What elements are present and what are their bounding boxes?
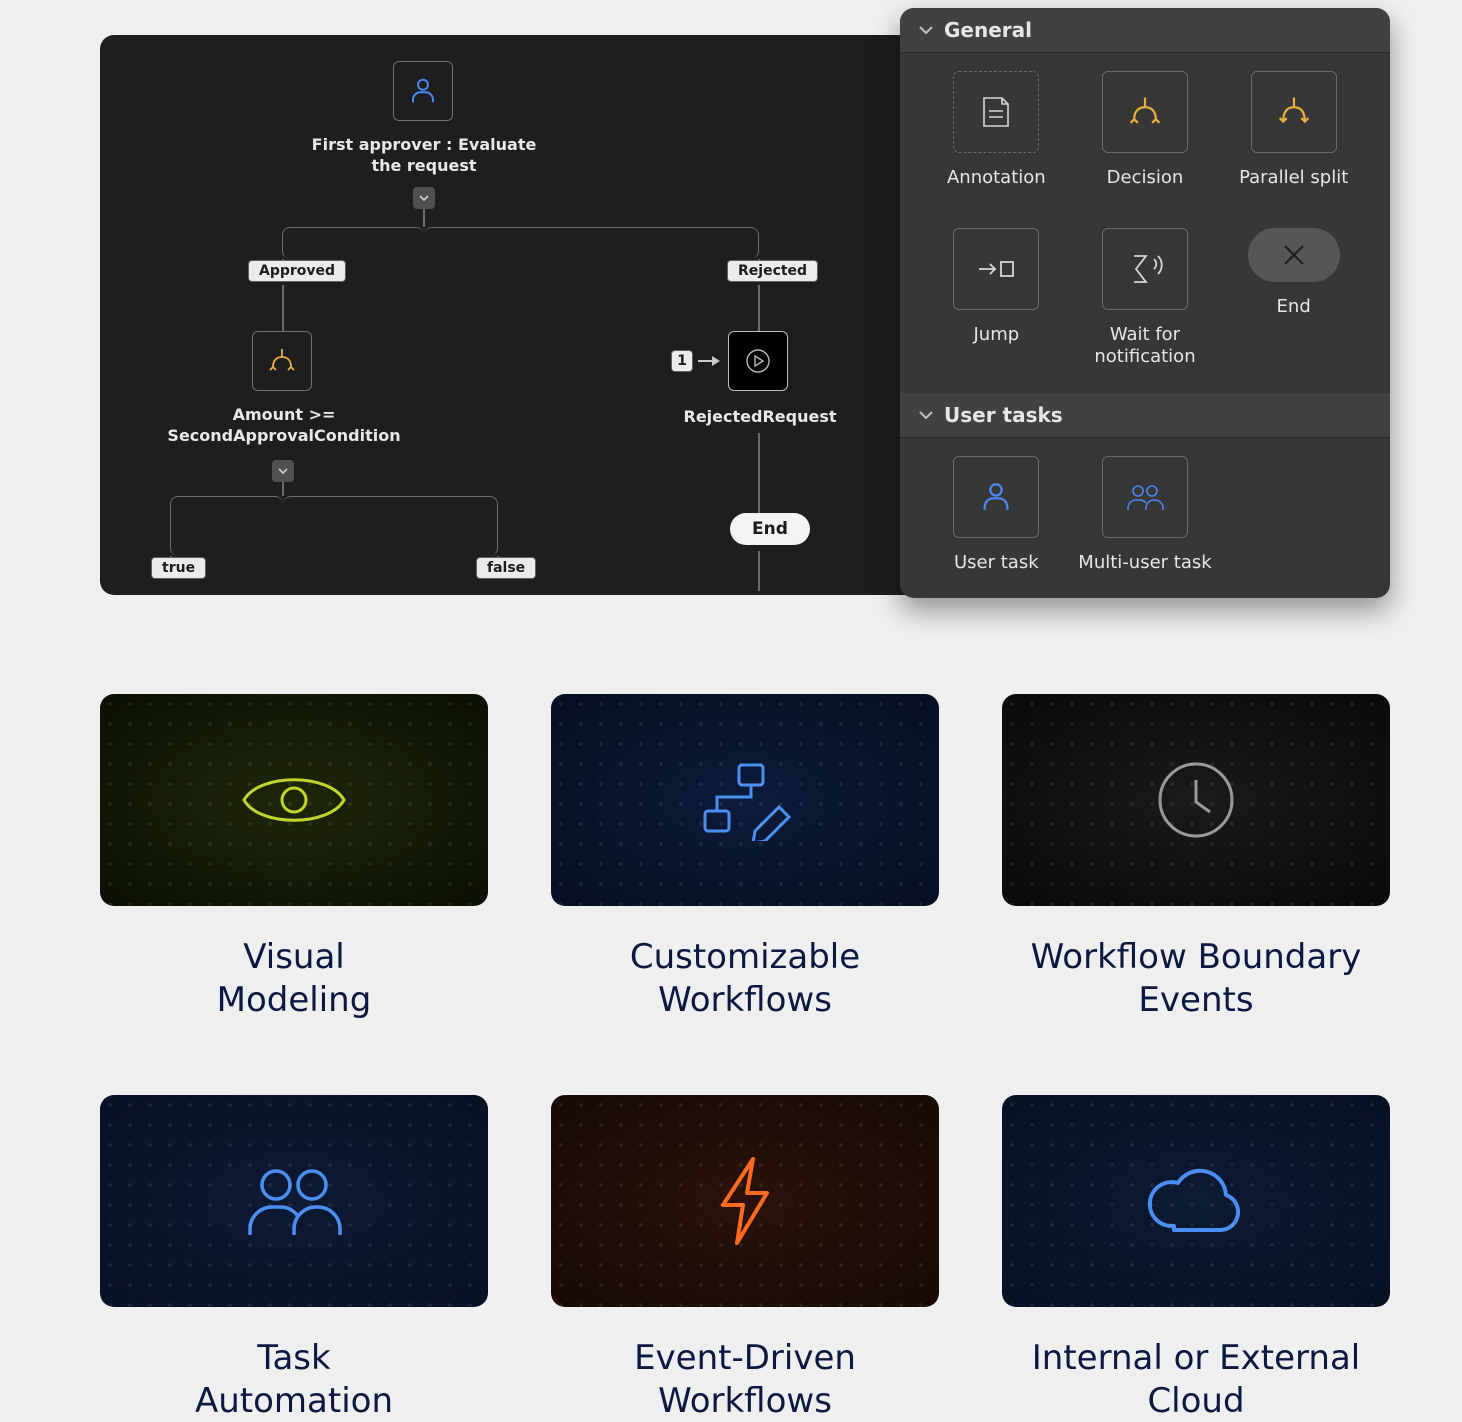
feature-title: Workflow Boundary Events [1031,936,1362,1021]
sequence-badge: 1 [671,350,693,372]
palette-items: Annotation Decision Parallel split [900,53,1390,393]
tool-label: Annotation [947,167,1046,190]
jump-icon [953,228,1039,310]
tool-palette: General Annotation Decision [900,8,1390,598]
end-icon [1248,228,1340,282]
chevron-down-icon[interactable] [413,187,435,209]
lightning-icon [715,1155,775,1247]
tool-multi-user-task[interactable]: Multi-user task [1071,456,1220,575]
chevron-down-icon [918,22,934,38]
user-icon [408,75,438,107]
tool-end[interactable]: End [1219,228,1368,369]
feature-event-driven[interactable]: Event-Driven Workflows [551,1095,939,1422]
tool-wait-notification[interactable]: Wait for notification [1071,228,1220,369]
section-title: General [944,18,1032,42]
chevron-down-icon [918,407,934,423]
feature-tile [1002,1095,1390,1307]
play-icon [744,347,772,375]
tool-label: Parallel split [1239,167,1348,190]
chevron-down-icon[interactable] [272,460,294,482]
palette-section-header[interactable]: User tasks [900,393,1390,438]
feature-boundary-events[interactable]: Workflow Boundary Events [1002,694,1390,1021]
decision-icon [267,347,297,375]
branch-approved[interactable]: Approved [248,260,346,282]
blocks-pencil-icon [699,759,791,841]
tool-label: End [1277,296,1311,319]
tool-jump[interactable]: Jump [922,228,1071,369]
node-user-task[interactable] [393,61,453,121]
node-label: RejectedRequest [640,407,880,428]
feature-title: Internal or External Cloud [1032,1337,1361,1422]
parallel-split-icon [1251,71,1337,153]
feature-tile [100,694,488,906]
section-title: User tasks [944,403,1063,427]
feature-tile [100,1095,488,1307]
tool-label: Decision [1107,167,1184,190]
tool-user-task[interactable]: User task [922,456,1071,575]
feature-tile [551,1095,939,1307]
tool-label: Wait for notification [1071,324,1220,369]
feature-title: Event-Driven Workflows [634,1337,856,1422]
eye-icon [239,765,349,835]
multi-user-task-icon [1102,456,1188,538]
feature-visual-modeling[interactable]: Visual Modeling [100,694,488,1021]
branch-false[interactable]: false [476,557,536,579]
tool-annotation[interactable]: Annotation [922,71,1071,190]
feature-task-automation[interactable]: Task Automation [100,1095,488,1422]
users-icon [244,1161,344,1241]
node-subworkflow[interactable] [728,331,788,391]
end-node[interactable]: End [730,513,810,545]
feature-tile [1002,694,1390,906]
tool-parallel-split[interactable]: Parallel split [1219,71,1368,190]
connector [423,209,425,227]
wait-notification-icon [1102,228,1188,310]
branch-true[interactable]: true [151,557,206,579]
feature-cloud[interactable]: Internal or External Cloud [1002,1095,1390,1422]
feature-customizable-workflows[interactable]: Customizable Workflows [551,694,939,1021]
feature-title: Customizable Workflows [630,936,860,1021]
palette-section-header[interactable]: General [900,8,1390,53]
workflow-canvas[interactable]: First approver : Evaluate the request Ap… [100,35,930,595]
node-label: First approver : Evaluate the request [304,135,544,177]
feature-title: Visual Modeling [217,936,372,1021]
branch-rejected[interactable]: Rejected [727,260,818,282]
tool-label: Multi-user task [1078,552,1211,575]
tool-label: User task [954,552,1039,575]
decision-icon [1102,71,1188,153]
feature-grid: Visual Modeling Customizable Workflows W… [100,694,1390,1422]
node-decision[interactable] [252,331,312,391]
user-task-icon [953,456,1039,538]
tool-label: Jump [973,324,1019,347]
palette-items: User task Multi-user task [900,438,1390,599]
tool-decision[interactable]: Decision [1071,71,1220,190]
annotation-icon [953,71,1039,153]
arrow-icon [698,360,718,362]
feature-title: Task Automation [195,1337,393,1422]
node-label: Amount >= SecondApprovalCondition [164,405,404,447]
cloud-icon [1144,1166,1248,1236]
clock-icon [1154,758,1238,842]
feature-tile [551,694,939,906]
